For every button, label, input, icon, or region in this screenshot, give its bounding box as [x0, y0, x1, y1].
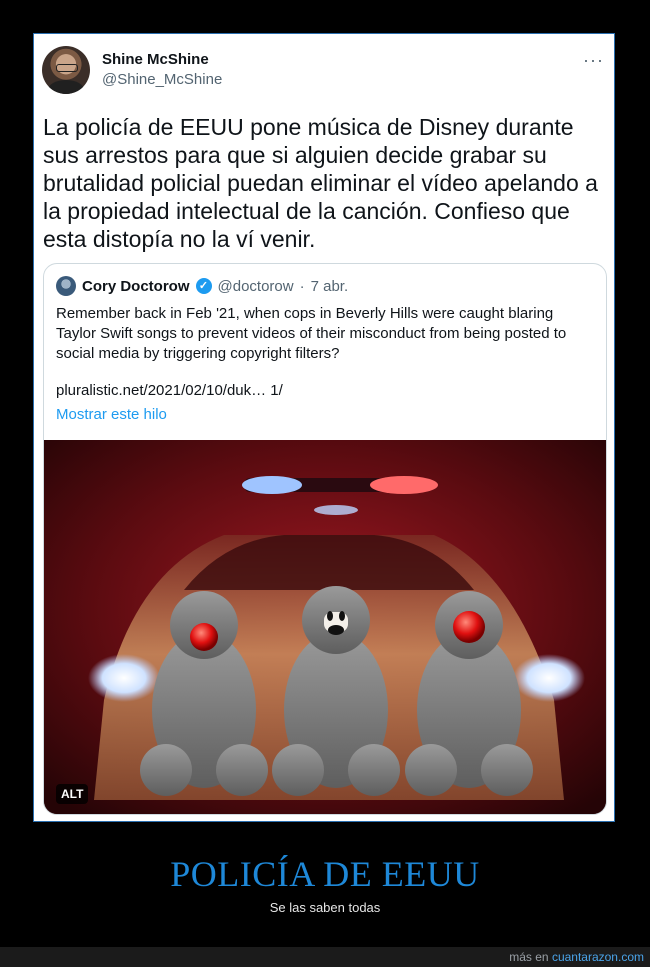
alt-text-badge[interactable]: ALT — [56, 784, 89, 804]
header-separator: · — [299, 277, 305, 295]
police-car-monkeys-illustration — [44, 440, 606, 814]
tweet-header: Shine McShine @Shine_McShine ··· — [42, 44, 614, 96]
footer-prefix: más en — [509, 950, 549, 964]
more-options-icon[interactable]: ··· — [583, 50, 604, 71]
quoted-tweet-date[interactable]: 7 abr. — [311, 278, 349, 295]
tweet-media-image[interactable]: ALT — [44, 440, 606, 814]
footer-text: más en cuantarazon.com — [509, 950, 644, 964]
footer-bar: más en cuantarazon.com — [0, 947, 650, 967]
quoted-tweet-link[interactable]: pluralistic.net/2021/02/10/duk… 1/ — [56, 382, 283, 399]
verified-icon: ✓ — [195, 278, 212, 294]
author-handle[interactable]: @Shine_McShine — [102, 71, 222, 88]
quoted-tweet[interactable]: Cory Doctorow ✓ @doctorow · 7 abr. Remem… — [43, 263, 607, 815]
tweet-text: La policía de EEUU pone música de Disney… — [43, 114, 598, 252]
author-avatar[interactable] — [42, 46, 90, 94]
author-display-name[interactable]: Shine McShine — [102, 51, 209, 68]
quoted-author-avatar[interactable] — [56, 276, 76, 296]
quoted-author-handle[interactable]: @doctorow — [218, 278, 294, 295]
avatar-glasses — [56, 64, 78, 72]
quoted-tweet-text: Remember back in Feb '21, when cops in B… — [56, 305, 567, 362]
avatar-suit — [48, 80, 84, 94]
site-link[interactable]: cuantarazon.com — [552, 950, 644, 964]
quoted-tweet-header: Cory Doctorow ✓ @doctorow · 7 abr. — [56, 276, 348, 296]
caption-subtitle: Se las saben todas — [269, 900, 381, 915]
caption-title: POLICÍA DE EEUU — [170, 854, 480, 894]
quoted-author-name[interactable]: Cory Doctorow — [82, 278, 190, 295]
tweet-card: Shine McShine @Shine_McShine ··· La poli… — [33, 33, 615, 822]
show-thread-link[interactable]: Mostrar este hilo — [56, 406, 167, 423]
